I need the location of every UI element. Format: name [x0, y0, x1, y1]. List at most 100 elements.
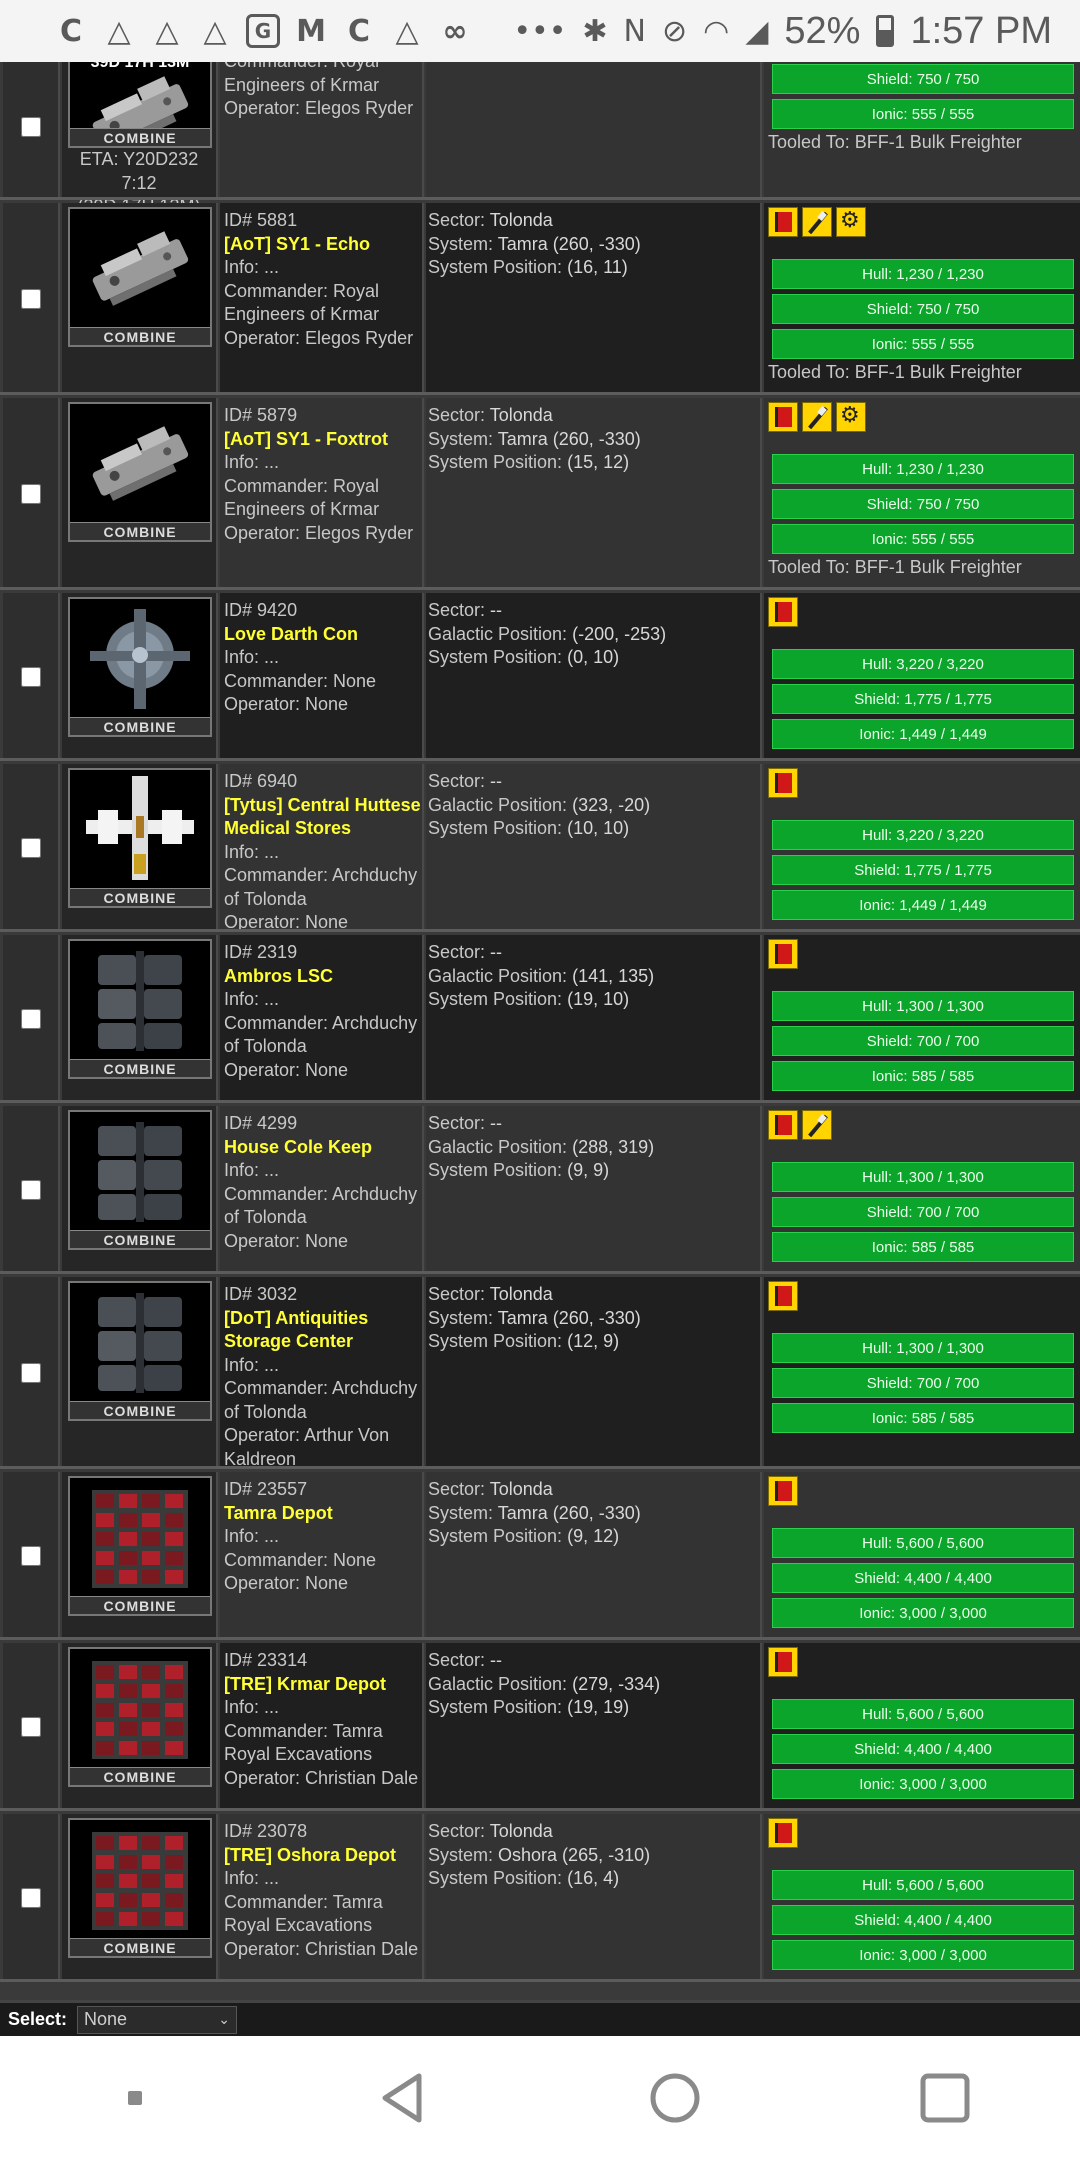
table-row: COMBINE39D 17H 13META: Y20D2327:12(39D 1…: [0, 62, 1080, 216]
location-label: System:: [428, 1307, 494, 1328]
small-square-icon: [128, 2091, 142, 2105]
exit-door-icon[interactable]: [768, 1110, 798, 1140]
commander-text: Commander: Archduchy of Tolonda: [224, 1378, 418, 1422]
depot-render: [92, 1661, 188, 1759]
exit-door-icon[interactable]: [768, 1818, 798, 1848]
vessel-thumbnail[interactable]: COMBINE: [68, 768, 212, 908]
select-bar: Select: None ⌄: [0, 2000, 1080, 2036]
id-value: 23078: [257, 1821, 308, 1841]
combine-caption: COMBINE: [70, 128, 210, 146]
location-line: System: Tamra (260, -330): [428, 428, 760, 452]
row-checkbox[interactable]: [20, 838, 41, 858]
id-label: ID#: [224, 1284, 253, 1304]
vessel-name-link[interactable]: [DoT] Antiquities Storage Center: [224, 1307, 422, 1354]
action-icons: [768, 1476, 1080, 1510]
vessel-thumbnail[interactable]: COMBINE: [68, 939, 212, 1079]
location-value: (12, 9): [567, 1331, 620, 1351]
vessel-thumbnail[interactable]: COMBINE: [68, 1476, 212, 1616]
recent-dot-button[interactable]: [95, 2058, 175, 2138]
exit-door-icon[interactable]: [768, 207, 798, 237]
select-cell: [3, 1106, 60, 1274]
gmail-icon: M: [296, 13, 326, 49]
select-dropdown[interactable]: None ⌄: [77, 2005, 238, 2034]
exit-door-icon[interactable]: [768, 1647, 798, 1677]
back-button[interactable]: [365, 2058, 445, 2138]
vessel-thumbnail[interactable]: COMBINE: [68, 1281, 212, 1421]
vessel-table: COMBINE39D 17H 13META: Y20D2327:12(39D 1…: [0, 62, 1080, 2034]
operator-text: Operator: None: [224, 694, 349, 714]
status-bar-hull: Hull: 5,600 / 5,600: [772, 1528, 1074, 1558]
playstation-icon: △: [107, 13, 131, 49]
vessel-thumbnail[interactable]: COMBINE: [68, 1818, 212, 1958]
row-checkbox[interactable]: [20, 1180, 41, 1200]
vessel-name-link[interactable]: Ambros LSC: [224, 965, 422, 989]
vessel-id: ID# 4299: [224, 1112, 422, 1136]
combine-caption: COMBINE: [70, 1767, 210, 1785]
row-checkbox[interactable]: [20, 1717, 41, 1737]
vessel-thumbnail[interactable]: COMBINE 39D 17H 13M: [68, 62, 212, 148]
row-checkbox[interactable]: [20, 117, 41, 137]
select-cell: [3, 203, 60, 395]
home-button[interactable]: [635, 2058, 715, 2138]
location-line: System Position: (9, 9): [428, 1159, 760, 1183]
vessel-thumbnail[interactable]: COMBINE: [68, 1110, 212, 1250]
location-label: Galactic Position:: [428, 623, 568, 644]
row-checkbox[interactable]: [20, 667, 41, 687]
row-checkbox[interactable]: [20, 484, 41, 504]
row-checkbox[interactable]: [20, 1546, 41, 1566]
location-line: System Position: (16, 11): [428, 256, 760, 280]
exit-door-icon[interactable]: [768, 939, 798, 969]
status-bar-ionic: Ionic: 555 / 555: [772, 524, 1074, 554]
action-icons: [768, 1818, 1080, 1852]
row-checkbox[interactable]: [20, 1009, 41, 1029]
crew-icon[interactable]: [836, 207, 866, 237]
exit-door-icon[interactable]: [768, 402, 798, 432]
vessel-name-link[interactable]: [TRE] Oshora Depot: [224, 1844, 422, 1868]
vessel-thumbnail[interactable]: COMBINE: [68, 1647, 212, 1787]
station-render: [90, 609, 190, 709]
image-cell: COMBINE: [62, 398, 218, 590]
crew-icon[interactable]: [836, 402, 866, 432]
location-label: Galactic Position:: [428, 1673, 568, 1694]
vessel-name-link[interactable]: [TRE] Krmar Depot: [224, 1673, 422, 1697]
id-label: ID#: [224, 942, 253, 962]
vessel-name-link[interactable]: House Cole Keep: [224, 1136, 422, 1160]
row-checkbox[interactable]: [20, 1363, 41, 1383]
vessel-name-link[interactable]: Tamra Depot: [224, 1502, 422, 1526]
status-bar-ionic: Ionic: 1,449 / 1,449: [772, 719, 1074, 749]
nfc-icon: N: [623, 13, 646, 49]
location-value: (19, 10): [567, 989, 630, 1009]
repair-tool-icon[interactable]: [802, 207, 832, 237]
exit-door-icon[interactable]: [768, 1281, 798, 1311]
row-checkbox[interactable]: [20, 289, 41, 309]
location-line: Sector: --: [428, 1112, 760, 1136]
info-text: Info: ...: [224, 1354, 280, 1375]
status-bar-hull: Hull: 3,220 / 3,220: [772, 820, 1074, 850]
exit-door-icon[interactable]: [768, 768, 798, 798]
status-bar-ionic: Ionic: 585 / 585: [772, 1403, 1074, 1433]
overview-button[interactable]: [905, 2058, 985, 2138]
vessel-id: ID# 5879: [224, 404, 422, 428]
status-bar-ionic: Ionic: 3,000 / 3,000: [772, 1769, 1074, 1799]
row-divider: [0, 1466, 1080, 1469]
location-line: System Position: (19, 10): [428, 988, 760, 1012]
vessel-name-link[interactable]: Love Darth Con: [224, 623, 422, 647]
location-value: Tolonda: [489, 405, 553, 425]
exit-door-icon[interactable]: [768, 597, 798, 627]
exit-door-icon[interactable]: [768, 1476, 798, 1506]
vessel-thumbnail[interactable]: COMBINE: [68, 207, 212, 347]
vessel-name-link[interactable]: [AoT] SY1 - Echo: [224, 233, 422, 257]
status-bar-shield: Shield: 750 / 750: [772, 294, 1074, 324]
repair-tool-icon[interactable]: [802, 402, 832, 432]
status-bar-shield: Shield: 750 / 750: [772, 64, 1074, 94]
vessel-name-link[interactable]: [AoT] SY1 - Foxtrot: [224, 428, 422, 452]
status-bar-ionic: Ionic: 555 / 555: [772, 99, 1074, 129]
repair-tool-icon[interactable]: [802, 1110, 832, 1140]
vessel-thumbnail[interactable]: COMBINE: [68, 402, 212, 542]
location-line: System: Tamra (260, -330): [428, 1502, 760, 1526]
vessel-name-link[interactable]: [Tytus] Central Huttese Medical Stores: [224, 794, 422, 841]
location-label: Sector:: [428, 210, 486, 230]
location-label: System Position:: [428, 452, 563, 472]
row-checkbox[interactable]: [20, 1888, 41, 1908]
vessel-thumbnail[interactable]: COMBINE: [68, 597, 212, 737]
